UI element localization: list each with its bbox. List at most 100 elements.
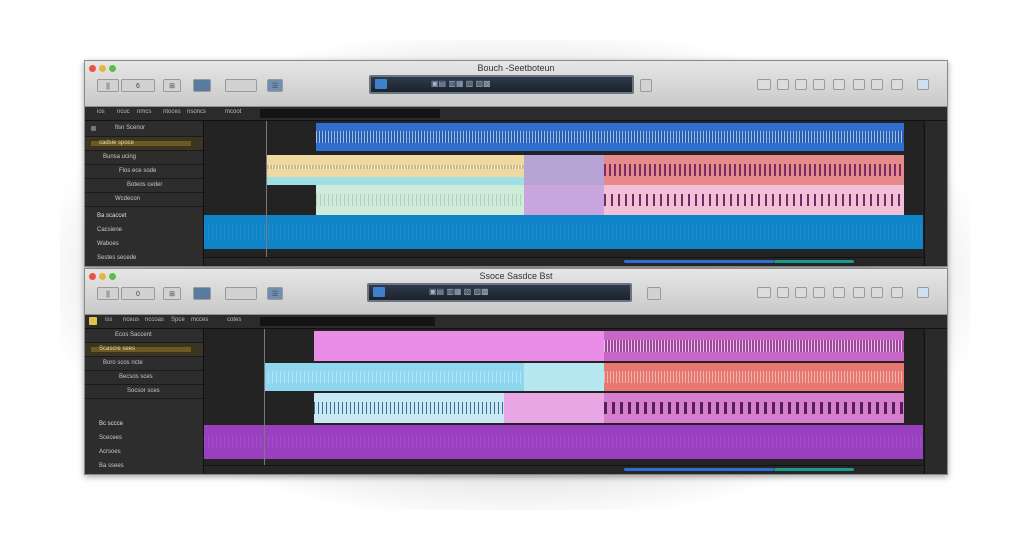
audio-region[interactable] [316,123,904,151]
scroll-thumb[interactable] [774,468,854,471]
audio-region[interactable] [524,155,604,185]
track-header[interactable]: fisn Scenor [85,121,203,137]
lists-button[interactable] [891,79,903,90]
control-bar-item[interactable]: ntoces [163,109,181,115]
audio-region[interactable] [204,215,923,249]
timeline-ruler[interactable] [260,317,435,326]
track-name: Ba scaccet [97,213,127,219]
count-in-button[interactable] [795,287,807,298]
track-header[interactable]: cadsie spoce [85,137,203,151]
control-bar-item[interactable]: iss [105,317,112,323]
audio-region[interactable] [524,185,604,215]
smart-controls-button[interactable] [193,287,211,300]
tracks-control-bar: iss nceus nccoas Spce mcces cotes [85,315,947,329]
audio-region[interactable] [604,185,904,215]
folder-icon [91,126,96,131]
list-editor-button[interactable] [647,287,661,300]
tuner-button[interactable] [757,79,771,90]
audio-region[interactable] [604,155,904,185]
track-header[interactable]: Flos ece sode [85,165,203,179]
window-title: Ssoce Sasdce Bst [479,271,553,281]
track-name: Sestes secede [97,255,137,261]
control-bar-item[interactable]: ncuc [117,109,130,115]
edit-button[interactable] [225,79,257,92]
audio-region[interactable] [314,393,504,423]
lcd-display[interactable]: ▣▤ ▥▦ ▧ ▨▩ [369,75,634,94]
control-bar-item[interactable]: ios [97,109,105,115]
lists-button[interactable] [891,287,903,298]
audio-region[interactable] [266,155,524,177]
control-bar-item[interactable]: cotes [227,317,241,323]
browser-button[interactable] [853,79,865,90]
track-header[interactable]: Socsor sces [85,385,203,399]
toolbar-button[interactable]: ⊞ [163,287,181,300]
track-header[interactable]: Bunsa ucing [85,151,203,165]
audio-region[interactable] [504,393,604,423]
audio-region[interactable] [314,331,604,361]
vertical-scrollbar[interactable] [924,329,947,474]
lcd-display[interactable]: ▣▤ ▥▦ ▧ ▨▩ [367,283,632,302]
lcd-readout: ▣▤ ▥▦ ▧ ▨▩ [431,79,491,88]
audio-region[interactable] [604,363,904,391]
library-button[interactable]: || [97,79,119,92]
control-bar-item[interactable]: nsoncs [187,109,206,115]
editors-button[interactable]: ☰ [267,79,283,92]
audio-region[interactable] [524,363,604,391]
playhead[interactable] [266,121,267,266]
tracks-area[interactable] [204,121,923,266]
horizontal-scrollbar[interactable] [204,257,923,266]
edit-button[interactable] [225,287,257,300]
track-header[interactable]: Ecos Saccent [85,329,203,343]
track-header[interactable]: Wcdecon [85,193,203,207]
loop-browser-button[interactable] [833,287,845,298]
vertical-scrollbar[interactable] [924,121,947,266]
tracks-area[interactable] [204,329,923,474]
media-button[interactable] [871,287,883,298]
track-headers: Ecos Saccent Scascre sees Boro scos ncte… [85,329,204,474]
media-button[interactable] [871,79,883,90]
audio-region[interactable] [266,177,524,185]
inspector-button[interactable]: 0 [121,287,155,300]
track-header[interactable]: Boteos ceder [85,179,203,193]
track-header[interactable]: Scascre sees [85,343,203,357]
audio-region[interactable] [316,185,524,215]
list-editor-button[interactable] [640,79,652,92]
track-name: Boteos ceder [127,182,163,188]
smart-controls-button[interactable] [193,79,211,92]
scroll-thumb[interactable] [624,468,774,471]
inspector-button[interactable]: 6 [121,79,155,92]
audio-region[interactable] [604,393,904,423]
note-pad-button[interactable] [813,79,825,90]
title-bar[interactable]: Bouch -Seetboteun || 6 ⊞ ☰ ▣▤ ▥▦ ▧ ▨▩ [85,61,947,107]
control-bar-item[interactable]: mcces [191,317,208,323]
horizontal-scrollbar[interactable] [204,465,923,474]
share-button[interactable] [917,79,929,90]
metronome-button[interactable] [777,287,789,298]
library-button[interactable]: || [97,287,119,300]
editors-button[interactable]: ☰ [267,287,283,300]
control-bar-item[interactable]: Spce [171,317,185,323]
control-bar-item[interactable]: nmcs [137,109,151,115]
loop-browser-button[interactable] [833,79,845,90]
playhead[interactable] [264,329,265,474]
metronome-button[interactable] [777,79,789,90]
audio-region[interactable] [604,331,904,361]
lock-icon[interactable] [89,317,97,325]
track-header[interactable]: Boro scos ncte [85,357,203,371]
title-bar[interactable]: Ssoce Sasdce Bst || 0 ⊞ ☰ ▣▤ ▥▦ ▧ ▨▩ [85,269,947,315]
audio-region[interactable] [204,425,923,459]
browser-button[interactable] [853,287,865,298]
scroll-thumb[interactable] [624,260,774,263]
timeline-ruler[interactable] [260,109,440,118]
scroll-thumb[interactable] [774,260,854,263]
control-bar-item[interactable]: mcoot [225,109,241,115]
track-header[interactable]: Becsos sces [85,371,203,385]
toolbar-button[interactable]: ⊞ [163,79,181,92]
share-button[interactable] [917,287,929,298]
control-bar-item[interactable]: nccoas [145,317,164,323]
tuner-button[interactable] [757,287,771,298]
audio-region[interactable] [264,363,524,391]
control-bar-item[interactable]: nceus [123,317,139,323]
count-in-button[interactable] [795,79,807,90]
note-pad-button[interactable] [813,287,825,298]
